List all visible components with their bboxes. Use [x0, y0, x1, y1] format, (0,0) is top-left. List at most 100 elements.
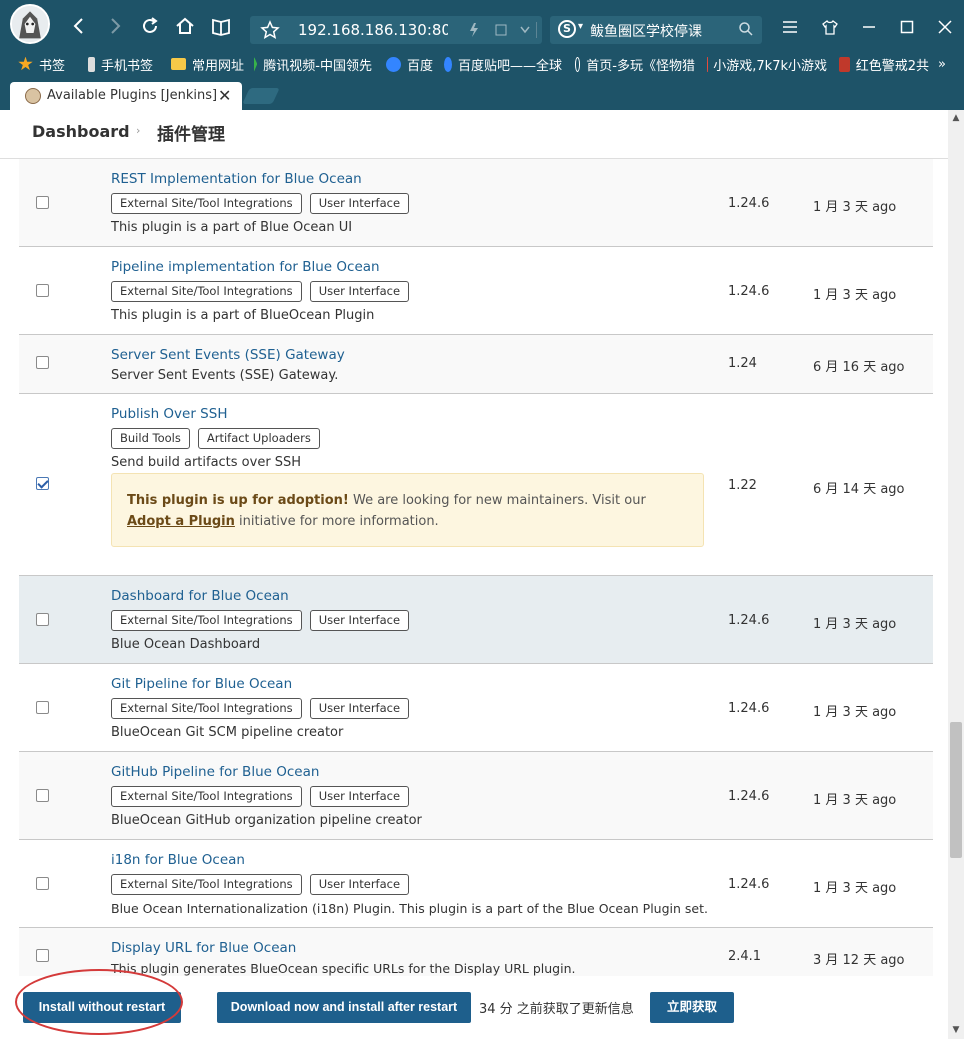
bookmark-item[interactable]: 腾讯视频-中国领先	[254, 55, 372, 73]
install-checkbox[interactable]	[36, 613, 49, 626]
tab-close-icon[interactable]: ✕	[218, 86, 231, 105]
plugin-version: 1.22	[728, 478, 757, 493]
game-icon	[839, 56, 850, 72]
search-engine-caret-icon[interactable]: ▾	[578, 21, 583, 32]
tab-title: Available Plugins [Jenkins]	[47, 88, 218, 103]
table-row: Server Sent Events (SSE) Gateway Server …	[19, 335, 933, 394]
bookmark-star-icon[interactable]	[260, 20, 280, 40]
close-window-icon[interactable]	[937, 19, 953, 35]
plugin-version: 1.24	[728, 356, 757, 371]
home-icon[interactable]	[174, 15, 196, 37]
category-tag[interactable]: External Site/Tool Integrations	[111, 786, 302, 807]
bookmark-item[interactable]: 百度	[386, 55, 433, 74]
plugin-description: This plugin is a part of BlueOcean Plugi…	[111, 308, 375, 323]
install-checkbox[interactable]	[36, 477, 49, 490]
plugin-description: Blue Ocean Dashboard	[111, 637, 261, 652]
bookmark-item[interactable]: 首页-多玩《怪物猎	[575, 55, 695, 73]
category-tag[interactable]: External Site/Tool Integrations	[111, 698, 302, 719]
adoption-notice: This plugin is up for adoption! We are l…	[111, 473, 704, 547]
bookmark-item[interactable]: 手机书签	[88, 55, 153, 74]
install-checkbox[interactable]	[36, 196, 49, 209]
category-tag[interactable]: User Interface	[309, 193, 410, 214]
category-tag[interactable]: User Interface	[309, 874, 410, 895]
star-icon	[18, 56, 33, 71]
category-tag[interactable]: Artifact Uploaders	[197, 428, 320, 449]
scroll-up-arrow-icon[interactable]: ▲	[951, 113, 961, 123]
plugin-name-link[interactable]: i18n for Blue Ocean	[111, 852, 245, 868]
search-engine-icon[interactable]: S	[558, 20, 576, 38]
breadcrumb: Dashboard › 插件管理	[0, 110, 948, 159]
bookmarks-more-icon[interactable]: »	[938, 55, 946, 73]
plugin-name-link[interactable]: Display URL for Blue Ocean	[111, 940, 296, 956]
plugin-name-link[interactable]: GitHub Pipeline for Blue Ocean	[111, 764, 319, 780]
breadcrumb-dashboard-link[interactable]: Dashboard	[32, 122, 130, 141]
bookmark-item[interactable]: 常用网址	[171, 55, 244, 74]
search-input[interactable]: 鲅鱼圈区学校停课	[590, 21, 702, 41]
check-now-button[interactable]: 立即获取	[650, 992, 734, 1023]
page-scrollbar[interactable]	[948, 110, 964, 1039]
bookmark-item[interactable]: 百度贴吧——全球	[444, 55, 562, 73]
jenkins-favicon-icon	[25, 88, 41, 104]
install-checkbox[interactable]	[36, 877, 49, 890]
menu-icon[interactable]	[782, 19, 798, 35]
install-checkbox[interactable]	[36, 949, 49, 962]
reload-icon[interactable]	[139, 15, 161, 37]
plugin-description: This plugin is a part of Blue Ocean UI	[111, 220, 353, 235]
plugin-name-link[interactable]: Git Pipeline for Blue Ocean	[111, 676, 292, 692]
plugin-version: 2.4.1	[728, 949, 762, 964]
install-checkbox[interactable]	[36, 789, 49, 802]
bookmark-item[interactable]: 书签	[18, 55, 65, 74]
plugin-name-link[interactable]: Server Sent Events (SSE) Gateway	[111, 347, 345, 363]
install-checkbox[interactable]	[36, 284, 49, 297]
scrollbar-thumb[interactable]	[950, 722, 962, 858]
user-avatar[interactable]	[10, 4, 50, 44]
plugin-name-link[interactable]: REST Implementation for Blue Ocean	[111, 171, 362, 187]
forward-icon[interactable]	[104, 15, 126, 37]
back-icon[interactable]	[68, 15, 90, 37]
plugin-version: 1.24.6	[728, 701, 770, 716]
bookmark-item[interactable]: 小游戏,7k7k小游戏	[707, 55, 827, 73]
maximize-icon[interactable]	[899, 19, 915, 35]
category-tag[interactable]: Build Tools	[111, 428, 190, 449]
plugin-name-link[interactable]: Dashboard for Blue Ocean	[111, 588, 289, 604]
adoption-notice-after: initiative for more information.	[239, 514, 439, 529]
reader-icon[interactable]	[210, 15, 232, 37]
category-tag[interactable]: External Site/Tool Integrations	[111, 281, 302, 302]
minimize-icon[interactable]	[861, 19, 877, 35]
plugin-released: 1 月 3 天 ago	[813, 705, 897, 720]
category-tag[interactable]: User Interface	[309, 610, 410, 631]
breadcrumb-separator-icon: ›	[136, 124, 141, 137]
plugin-version: 1.24.6	[728, 284, 770, 299]
plugin-description: Send build artifacts over SSH	[111, 455, 302, 470]
url-text[interactable]: 192.168.186.130:8080/j	[298, 21, 448, 39]
plugin-description: BlueOcean Git SCM pipeline creator	[111, 725, 344, 740]
table-row: Publish Over SSH Build Tools Artifact Upl…	[19, 394, 933, 576]
category-tag[interactable]: User Interface	[309, 786, 410, 807]
plugin-name-link[interactable]: Publish Over SSH	[111, 406, 227, 422]
category-tag[interactable]: User Interface	[309, 698, 410, 719]
category-tag[interactable]: External Site/Tool Integrations	[111, 610, 302, 631]
skin-icon[interactable]	[822, 19, 838, 35]
plugin-version: 1.24.6	[728, 789, 770, 804]
address-actions-icon[interactable]	[468, 22, 540, 38]
scroll-down-arrow-icon[interactable]: ▼	[951, 1025, 961, 1035]
table-row: Git Pipeline for Blue Ocean External Sit…	[19, 664, 933, 752]
install-checkbox[interactable]	[36, 356, 49, 369]
install-checkbox[interactable]	[36, 701, 49, 714]
adopt-a-plugin-link[interactable]: Adopt a Plugin	[127, 514, 235, 529]
plugin-released: 3 月 12 天 ago	[813, 953, 905, 968]
download-install-after-restart-button[interactable]: Download now and install after restart	[217, 992, 471, 1023]
breadcrumb-plugin-manager[interactable]: 插件管理	[157, 120, 225, 145]
install-without-restart-button[interactable]: Install without restart	[23, 992, 181, 1023]
plugin-version: 1.24.6	[728, 613, 770, 628]
category-tag[interactable]: External Site/Tool Integrations	[111, 874, 302, 895]
folder-icon	[171, 58, 186, 70]
category-tag[interactable]: External Site/Tool Integrations	[111, 193, 302, 214]
plugin-name-link[interactable]: Pipeline implementation for Blue Ocean	[111, 259, 380, 275]
category-tag[interactable]: User Interface	[309, 281, 410, 302]
plugin-description: Blue Ocean Internationalization (i18n) P…	[111, 901, 708, 916]
search-icon[interactable]	[738, 21, 754, 37]
update-info-text: 34 分 之前获取了更新信息	[479, 1002, 634, 1017]
table-row: i18n for Blue Ocean External Site/Tool I…	[19, 840, 933, 928]
bookmark-item[interactable]: 红色警戒2共	[839, 55, 929, 73]
